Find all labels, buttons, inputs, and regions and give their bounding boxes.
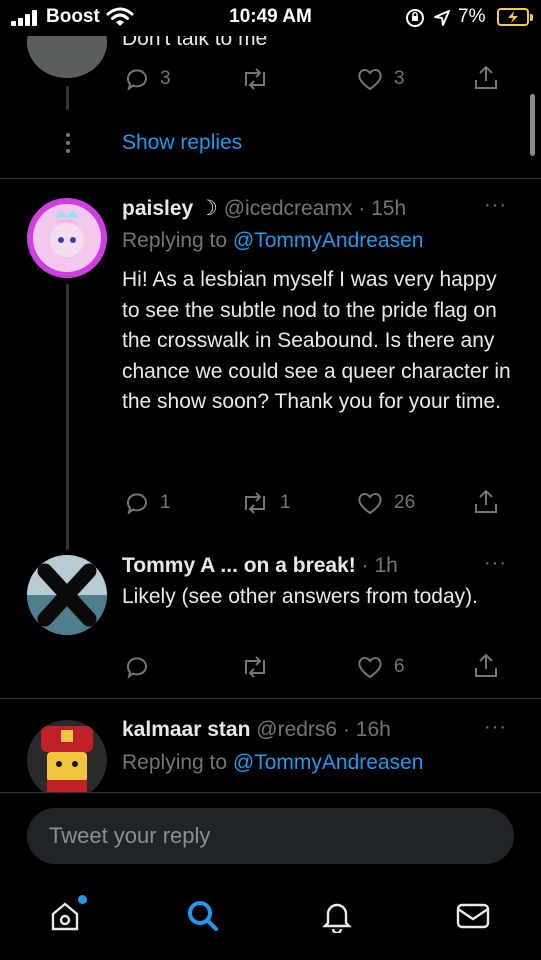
notification-dot bbox=[78, 895, 87, 904]
tweet-time[interactable]: 1h bbox=[374, 554, 397, 577]
reply-icon bbox=[126, 657, 147, 679]
like-count: 26 bbox=[394, 492, 416, 513]
avatar[interactable] bbox=[27, 720, 107, 792]
avatar[interactable] bbox=[27, 36, 107, 78]
divider bbox=[0, 178, 541, 179]
more-options-icon[interactable]: ··· bbox=[484, 552, 507, 575]
share-icon bbox=[475, 489, 497, 513]
tab-notifications[interactable] bbox=[317, 896, 357, 936]
more-replies-dots bbox=[66, 133, 70, 157]
display-name[interactable]: paisley ☽ bbox=[122, 197, 218, 220]
reply-input[interactable] bbox=[27, 808, 514, 864]
tweet-text: Don't talk to me bbox=[122, 36, 268, 50]
share-icon bbox=[475, 653, 497, 677]
more-options-icon[interactable]: ··· bbox=[484, 716, 507, 739]
scrollbar[interactable] bbox=[530, 94, 535, 156]
wifi-icon bbox=[106, 7, 134, 26]
user-handle[interactable]: @redrs6 bbox=[256, 718, 337, 741]
reply-icon bbox=[126, 493, 147, 515]
retweet-icon bbox=[245, 68, 265, 90]
location-icon bbox=[434, 10, 450, 26]
tweet-header: Tommy A ... on a break! · 1h bbox=[122, 554, 398, 578]
share-button[interactable] bbox=[472, 652, 500, 680]
share-button[interactable] bbox=[472, 488, 500, 516]
reply-bar bbox=[0, 792, 541, 878]
retweet-button[interactable] bbox=[240, 654, 280, 680]
signal-icon bbox=[11, 10, 41, 26]
tab-bar bbox=[0, 878, 541, 960]
home-icon bbox=[51, 902, 79, 931]
tweet-text: Hi! As a lesbian myself I was very happy… bbox=[122, 268, 511, 413]
heart-icon bbox=[358, 493, 382, 515]
heart-icon bbox=[358, 657, 382, 679]
share-button[interactable] bbox=[472, 64, 500, 92]
retweet-icon bbox=[245, 492, 265, 514]
bell-icon bbox=[322, 903, 352, 933]
thread-line bbox=[66, 284, 69, 550]
like-count: 3 bbox=[394, 68, 405, 89]
avatar[interactable] bbox=[27, 555, 107, 635]
tab-search[interactable] bbox=[183, 896, 223, 936]
battery-percent: 7% bbox=[458, 6, 486, 27]
divider bbox=[0, 698, 541, 699]
replying-to: Replying to @TommyAndreasen bbox=[122, 229, 423, 253]
avatar[interactable] bbox=[27, 198, 107, 278]
like-button[interactable]: 3 bbox=[356, 66, 405, 92]
thread-line bbox=[66, 86, 69, 110]
replying-to-label: Replying to bbox=[122, 751, 228, 774]
mention-link[interactable]: @TommyAndreasen bbox=[233, 751, 424, 774]
orientation-lock-icon bbox=[406, 9, 424, 27]
user-handle[interactable]: @icedcreamx bbox=[224, 197, 353, 220]
retweet-button[interactable]: 1 bbox=[240, 490, 291, 516]
reply-count: 3 bbox=[160, 68, 171, 89]
retweet-button[interactable] bbox=[240, 66, 280, 92]
display-name[interactable]: Tommy A ... on a break! bbox=[122, 554, 356, 577]
search-icon bbox=[188, 901, 218, 931]
tweet-feed[interactable]: Don't talk to me 3 3 Show replies paisle… bbox=[0, 36, 541, 792]
tweet-header: paisley ☽ @icedcreamx · 15h bbox=[122, 196, 406, 221]
tweet-time[interactable]: 15h bbox=[371, 197, 406, 220]
retweet-icon bbox=[245, 656, 265, 678]
mention-link[interactable]: @TommyAndreasen bbox=[233, 229, 424, 252]
like-button[interactable]: 26 bbox=[356, 490, 415, 516]
reply-count: 1 bbox=[160, 492, 171, 513]
status-bar: Boost 10:49 AM 7% bbox=[0, 0, 541, 36]
retweet-count: 1 bbox=[280, 492, 291, 513]
tweet-text: Likely (see other answers from today). bbox=[122, 585, 478, 608]
show-replies-link[interactable]: Show replies bbox=[122, 131, 242, 155]
display-name[interactable]: kalmaar stan bbox=[122, 718, 250, 741]
mail-icon bbox=[456, 903, 490, 929]
reply-button[interactable]: 3 bbox=[124, 66, 171, 92]
battery-icon bbox=[497, 8, 533, 26]
reply-icon bbox=[126, 69, 147, 91]
reply-button[interactable]: 1 bbox=[124, 490, 171, 516]
like-count: 6 bbox=[394, 656, 405, 677]
share-icon bbox=[475, 65, 497, 89]
replying-to: Replying to @TommyAndreasen bbox=[122, 751, 423, 775]
separator-dot: · bbox=[358, 197, 366, 220]
carrier-label: Boost bbox=[46, 6, 100, 27]
tweet-time[interactable]: 16h bbox=[356, 718, 391, 741]
like-button[interactable]: 6 bbox=[356, 654, 405, 680]
separator-dot: · bbox=[342, 718, 350, 741]
more-options-icon[interactable]: ··· bbox=[484, 194, 507, 217]
tab-messages[interactable] bbox=[453, 896, 493, 936]
heart-icon bbox=[358, 69, 382, 91]
tweet-header: kalmaar stan @redrs6 · 16h bbox=[122, 718, 391, 742]
replying-to-label: Replying to bbox=[122, 229, 228, 252]
separator-dot: · bbox=[361, 554, 369, 577]
reply-button[interactable] bbox=[124, 654, 160, 680]
